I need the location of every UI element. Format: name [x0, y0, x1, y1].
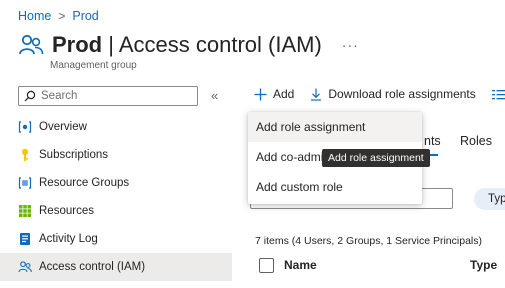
tab-roles[interactable]: Roles [460, 134, 492, 148]
select-all-checkbox[interactable] [259, 257, 274, 273]
sidebar-item-activity-log[interactable]: Activity Log [0, 225, 232, 253]
sidebar-item-label: Resource Groups [39, 177, 130, 189]
columns-icon [491, 89, 505, 99]
page-subtitle: Management group [50, 60, 137, 71]
type-filter-pill[interactable]: Typ [474, 188, 505, 210]
breadcrumb: Home > Prod [18, 9, 99, 23]
menu-item-add-custom-role[interactable]: Add custom role [248, 172, 422, 202]
overview-icon [18, 120, 32, 134]
grid-icon [18, 204, 32, 218]
breadcrumb-home-link[interactable]: Home [18, 9, 51, 23]
sidebar-nav: Overview Subscriptions Resource Groups R… [0, 113, 232, 281]
command-bar: Add Download role assignments [254, 87, 505, 101]
menu-item-add-role-assignment[interactable]: Add role assignment [248, 112, 422, 142]
sidebar-item-subscriptions[interactable]: Subscriptions [0, 141, 232, 169]
sidebar-item-access-control[interactable]: Access control (IAM) [0, 253, 232, 281]
tooltip: Add role assignment [322, 149, 430, 167]
people-icon [18, 260, 32, 274]
search-icon [24, 90, 36, 102]
log-icon [18, 232, 32, 246]
add-button[interactable]: Add [254, 87, 294, 101]
edit-columns-button[interactable] [491, 89, 505, 100]
table-header: Name Type [259, 255, 505, 275]
sidebar-item-overview[interactable]: Overview [0, 113, 232, 141]
breadcrumb-separator: > [58, 9, 66, 23]
column-header-type[interactable]: Type [470, 258, 497, 272]
sidebar-item-label: Resources [39, 205, 94, 217]
key-icon [18, 148, 32, 162]
column-header-name[interactable]: Name [284, 258, 317, 272]
page-header: Prod | Access control (IAM) ··· [18, 32, 359, 58]
sidebar-item-label: Activity Log [39, 233, 98, 245]
download-button-label: Download role assignments [328, 87, 476, 101]
sidebar-item-label: Subscriptions [39, 149, 109, 161]
download-icon [311, 88, 322, 101]
sidebar-item-label: Overview [39, 121, 87, 133]
items-count: 7 items (4 Users, 2 Groups, 1 Service Pr… [255, 235, 482, 247]
sidebar-item-resources[interactable]: Resources [0, 197, 232, 225]
resource-group-icon [18, 176, 32, 190]
plus-icon [254, 88, 267, 100]
download-role-assignments-button[interactable]: Download role assignments [310, 87, 476, 101]
sidebar-search-input[interactable]: Search [18, 86, 198, 106]
more-options-button[interactable]: ··· [342, 37, 359, 53]
sidebar-search-placeholder: Search [41, 90, 78, 102]
page-title: Prod | Access control (IAM) [52, 32, 322, 57]
people-icon [19, 34, 44, 55]
collapse-sidebar-button[interactable]: « [211, 88, 218, 103]
sidebar-item-label: Access control (IAM) [39, 261, 146, 273]
breadcrumb-current-link[interactable]: Prod [72, 9, 98, 23]
sidebar-item-resource-groups[interactable]: Resource Groups [0, 169, 232, 197]
add-button-label: Add [273, 87, 295, 101]
tab-role-assignments[interactable]: nts [424, 134, 441, 148]
